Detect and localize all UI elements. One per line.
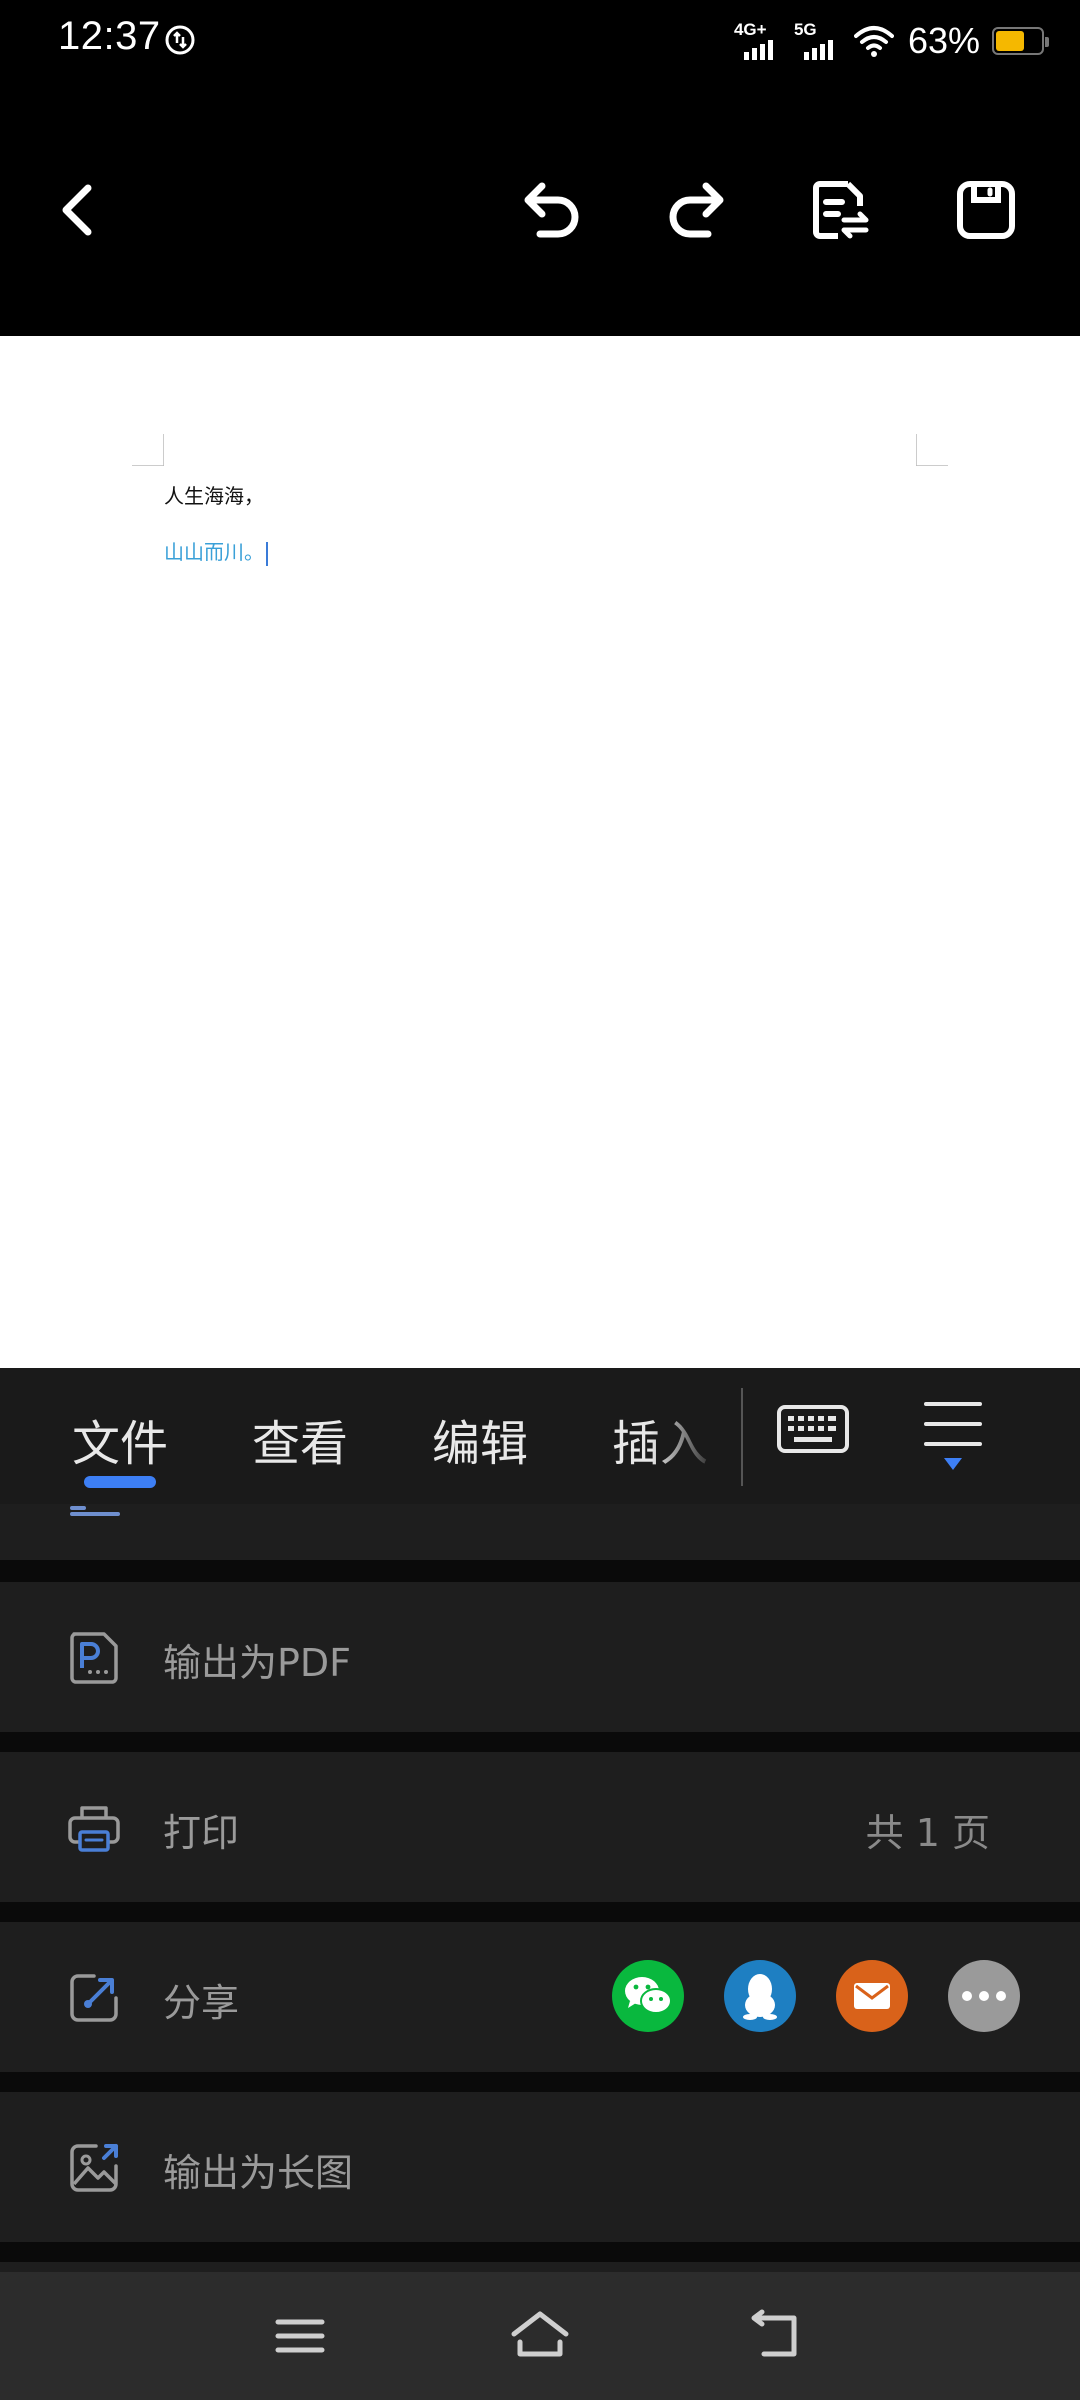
status-right: 4G+ 5G 63%	[734, 18, 1049, 64]
network-label-1: 4G+	[733, 20, 767, 39]
page-corner-mark	[132, 434, 164, 466]
page-corner-mark	[916, 434, 948, 466]
undo-button[interactable]	[512, 170, 592, 250]
menu-item-partial-bottom	[0, 2262, 1080, 2272]
screen: 12:37 4G+ 5G 63% 人生海海， 山山而川。 文件 查看 编辑 插入…	[0, 0, 1080, 2400]
partial-item-icon	[70, 1506, 120, 1516]
qq-icon	[743, 1974, 777, 2020]
redo-button[interactable]	[656, 170, 736, 250]
text-cursor	[266, 541, 268, 566]
signal-icon: 4G+	[734, 20, 784, 62]
menu-item-label: 打印	[163, 1811, 240, 1855]
page-count: 共 1 页	[865, 1811, 990, 1855]
menu-item-label: 分享	[163, 1981, 240, 2025]
battery-fill	[996, 31, 1024, 51]
menu-item-label: 输出为长图	[163, 2151, 354, 2195]
battery-icon	[992, 27, 1049, 55]
recents-icon[interactable]	[268, 2308, 332, 2364]
share-mail-button[interactable]	[836, 1960, 908, 2032]
document-switch-icon	[813, 181, 869, 239]
menu-item-export-long-image[interactable]: 输出为长图	[0, 2092, 1080, 2242]
tab-insert[interactable]: 插入	[612, 1404, 708, 1474]
tab-file[interactable]: 文件	[72, 1404, 168, 1474]
tab-divider	[741, 1388, 743, 1486]
network-label-2: 5G	[793, 20, 817, 39]
menu-item-partial	[0, 1504, 1080, 1560]
vpn-icon	[165, 25, 195, 55]
save-button[interactable]	[946, 170, 1026, 250]
image-export-icon	[70, 2144, 118, 2192]
tab-view[interactable]: 查看	[252, 1404, 348, 1474]
mail-icon	[854, 1983, 890, 2009]
tab-edit[interactable]: 编辑	[432, 1404, 528, 1474]
file-menu-list: 输出为PDF 打印 共 1 页 分享 输出为长图	[0, 1504, 1080, 2272]
home-icon[interactable]	[508, 2308, 572, 2364]
menu-item-label: 输出为PDF	[163, 1641, 352, 1685]
battery-percent: 63%	[907, 20, 980, 61]
keyboard-icon[interactable]	[776, 1402, 850, 1456]
share-qq-button[interactable]	[724, 1960, 796, 2032]
document-text-line[interactable]: 山山而川。	[164, 536, 268, 566]
system-navigation-bar	[0, 2272, 1080, 2400]
active-tab-indicator	[84, 1476, 156, 1488]
menu-item-share[interactable]: 分享	[0, 1922, 1080, 2072]
back-icon	[62, 184, 92, 236]
document-text-line[interactable]: 人生海海，	[164, 480, 264, 509]
ribbon-tab-bar: 文件 查看 编辑 插入	[0, 1368, 1080, 1504]
back-button[interactable]	[38, 170, 118, 250]
pdf-icon	[70, 1632, 118, 1684]
wifi-icon	[853, 26, 894, 57]
back-nav-icon[interactable]	[748, 2308, 812, 2364]
save-icon	[957, 181, 1015, 239]
document-page[interactable]: 人生海海， 山山而川。	[0, 336, 1080, 1368]
document-text: 山山而川。	[164, 540, 264, 564]
menu-item-print[interactable]: 打印 共 1 页	[0, 1752, 1080, 1902]
more-icon	[962, 1991, 1006, 2001]
menu-icon[interactable]	[920, 1396, 986, 1478]
undo-icon	[524, 182, 579, 238]
share-more-button[interactable]	[948, 1960, 1020, 2032]
share-icon	[70, 1974, 118, 2022]
status-bar: 12:37 4G+ 5G 63%	[0, 0, 1080, 82]
menu-item-export-pdf[interactable]: 输出为PDF	[0, 1582, 1080, 1732]
status-time: 12:37	[58, 14, 161, 58]
signal-icon-2: 5G	[794, 20, 844, 62]
wechat-icon	[625, 1977, 672, 2014]
share-wechat-button[interactable]	[612, 1960, 684, 2032]
redo-icon	[669, 182, 724, 238]
app-toolbar	[0, 82, 1080, 336]
printer-icon	[68, 1806, 120, 1852]
tab-insert-label: 插入	[612, 1416, 708, 1472]
document-switch-button[interactable]	[800, 170, 880, 250]
